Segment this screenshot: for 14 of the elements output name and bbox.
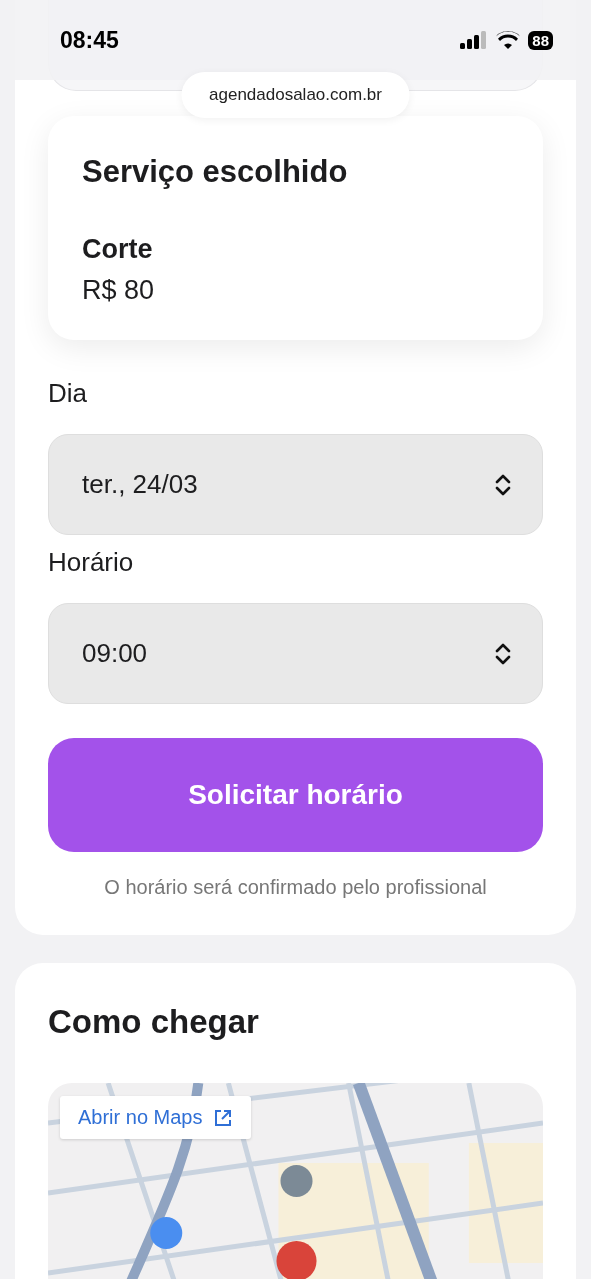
open-maps-button[interactable]: Abrir no Maps <box>60 1096 251 1139</box>
card-title: Serviço escolhido <box>82 154 349 190</box>
status-time: 08:45 <box>60 26 119 54</box>
note-text: O horário será confirmado pelo profissional <box>103 876 488 899</box>
submit-button[interactable]: Solicitar horário <box>48 738 543 852</box>
select-field[interactable]: 09:00 <box>48 603 543 704</box>
section-title: Como chegar <box>48 1003 260 1041</box>
service-name: Corte <box>82 234 154 265</box>
field-label: Dia <box>48 378 88 409</box>
service-price: R$ 80 <box>82 275 156 306</box>
select-field[interactable]: ter., 24/03 <box>48 434 543 535</box>
battery-level: 88 <box>528 30 553 50</box>
field-label: Horário <box>48 547 135 578</box>
url-bar[interactable]: agendadosalao.com.br <box>181 72 410 118</box>
